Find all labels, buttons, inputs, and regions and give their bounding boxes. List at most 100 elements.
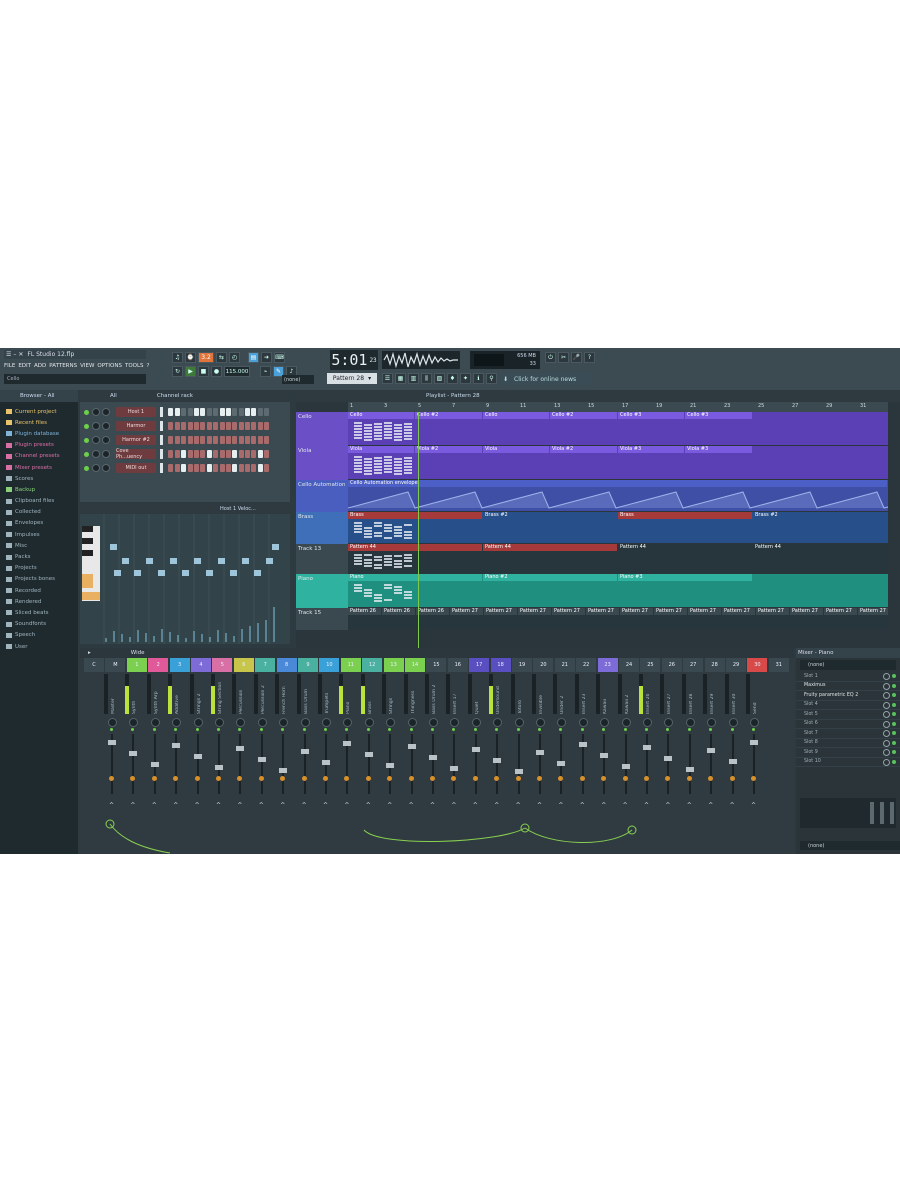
pattern-clip[interactable]: Pattern 44 xyxy=(753,544,887,551)
step-button[interactable] xyxy=(213,436,219,444)
insert-number[interactable]: C xyxy=(84,658,104,672)
channel-row[interactable]: Host 1 xyxy=(84,406,284,418)
pattern-clip[interactable]: Pattern 27 xyxy=(450,608,483,615)
step-button[interactable] xyxy=(193,436,199,444)
effect-slot[interactable]: Slot 1 xyxy=(796,672,900,682)
menu-icon[interactable]: ☰ xyxy=(6,351,11,358)
volume-fader[interactable] xyxy=(193,754,202,759)
step-button[interactable] xyxy=(200,450,206,458)
stereo-knob[interactable] xyxy=(472,776,478,781)
insert-number[interactable]: 21 xyxy=(554,658,575,672)
pattern-clip[interactable]: Cello #3 xyxy=(618,412,684,419)
insert-number[interactable]: 23 xyxy=(597,658,618,672)
online-news-button[interactable]: ⬇ Click for online news xyxy=(500,373,592,385)
plugin-picker-icon[interactable]: ✦ xyxy=(460,373,471,384)
insert-number[interactable]: 15 xyxy=(426,658,447,672)
channel-name-button[interactable]: MIDI out xyxy=(116,463,156,473)
step-button[interactable] xyxy=(168,450,174,458)
browser-item[interactable]: Clipboard files xyxy=(0,496,78,507)
pattern-song-icon[interactable]: ♫ xyxy=(172,352,183,363)
effect-slot[interactable]: Maximus xyxy=(796,682,900,691)
note[interactable] xyxy=(146,558,153,564)
track-lane[interactable]: Cello Cello #2 Cello Cello #2 Cello #3 Cello … xyxy=(348,412,888,445)
browser-item[interactable]: Channel presets xyxy=(0,451,78,462)
pattern-clip[interactable]: Pattern 44 xyxy=(348,544,482,551)
route-led-icon[interactable] xyxy=(110,728,113,731)
step-button[interactable] xyxy=(219,450,225,458)
stereo-knob[interactable] xyxy=(151,776,157,781)
pattern-clip[interactable]: Piano #3 xyxy=(618,574,752,581)
route-led-icon[interactable] xyxy=(217,728,220,731)
stereo-knob[interactable] xyxy=(686,776,692,781)
minimize-icon[interactable]: – xyxy=(13,351,16,358)
step-button[interactable] xyxy=(264,408,270,416)
insert-number[interactable]: 9 xyxy=(298,658,318,672)
note[interactable] xyxy=(110,544,117,550)
browser-item[interactable]: Speech xyxy=(0,630,78,641)
insert-number[interactable]: 27 xyxy=(683,658,704,672)
stereo-knob[interactable] xyxy=(494,776,500,781)
arrow-icon[interactable]: ▸ xyxy=(88,650,91,656)
step-button[interactable] xyxy=(168,422,174,430)
channel-select[interactable] xyxy=(160,435,163,445)
mode-display[interactable]: 3.2 xyxy=(198,352,214,363)
mix-knob[interactable] xyxy=(883,711,890,718)
stereo-knob[interactable] xyxy=(237,776,243,781)
volume-fader[interactable] xyxy=(664,756,673,761)
route-led-icon[interactable] xyxy=(687,728,691,731)
channel-select[interactable] xyxy=(160,463,163,473)
route-led-icon[interactable] xyxy=(388,728,392,731)
typing-keyboard-icon[interactable]: ⌨ xyxy=(274,352,285,363)
step-button[interactable] xyxy=(181,464,187,472)
help-icon[interactable]: ? xyxy=(584,352,595,363)
channel-name-button[interactable]: Host 1 xyxy=(116,407,156,417)
step-button[interactable] xyxy=(200,408,206,416)
channel-name-button[interactable]: Cove Ph...uency xyxy=(116,448,156,460)
pan-knob[interactable] xyxy=(493,718,503,727)
browser-item[interactable]: Current project xyxy=(0,406,78,417)
tuner-icon[interactable]: ⚲ xyxy=(486,373,497,384)
volume-fader[interactable] xyxy=(108,740,116,745)
effect-slot[interactable]: Slot 5 xyxy=(796,710,900,720)
slot-enable-led-icon[interactable] xyxy=(892,740,896,745)
channel-filter[interactable]: All xyxy=(110,393,117,399)
insert-number[interactable]: 25 xyxy=(640,658,661,672)
step-button[interactable] xyxy=(238,464,244,472)
pan-knob[interactable] xyxy=(557,718,567,727)
step-button[interactable] xyxy=(257,464,263,472)
pan-knob[interactable] xyxy=(92,450,100,458)
track-lane[interactable]: Brass Brass #2 Brass Brass #2 xyxy=(348,512,888,543)
note[interactable] xyxy=(194,558,201,564)
step-button[interactable] xyxy=(264,464,270,472)
browser-item[interactable]: Recorded xyxy=(0,585,78,596)
menu-item-edit[interactable]: EDIT xyxy=(18,363,31,369)
step-button[interactable] xyxy=(174,422,180,430)
menu-item-options[interactable]: OPTIONS xyxy=(97,363,122,369)
track-lane[interactable]: Pattern 44 Pattern 44 Pattern 44 Pattern 44 xyxy=(348,544,888,573)
browser-item[interactable]: Envelopes xyxy=(0,518,78,529)
volume-fader[interactable] xyxy=(728,759,737,764)
browser-item[interactable]: Plugin database xyxy=(0,428,78,439)
step-button[interactable] xyxy=(232,450,238,458)
pan-knob[interactable] xyxy=(322,718,331,727)
insert-number[interactable]: 19 xyxy=(512,658,532,672)
step-button[interactable] xyxy=(193,464,199,472)
step-button[interactable] xyxy=(257,422,263,430)
pattern-clip[interactable]: Pattern 27 xyxy=(722,608,755,615)
send-fader-2[interactable] xyxy=(880,802,884,824)
volume-knob[interactable] xyxy=(102,450,110,458)
track-header[interactable]: Viola xyxy=(296,446,348,480)
step-button[interactable] xyxy=(187,408,193,416)
insert-number[interactable]: 10 xyxy=(319,658,340,672)
step-button[interactable] xyxy=(251,436,257,444)
pattern-clip[interactable]: Cello xyxy=(348,412,414,419)
step-button[interactable] xyxy=(251,464,257,472)
browser-item[interactable]: User xyxy=(0,641,78,652)
step-button[interactable] xyxy=(232,422,238,430)
step-button[interactable] xyxy=(181,436,187,444)
channel-select[interactable] xyxy=(160,407,163,417)
step-button[interactable] xyxy=(225,436,231,444)
mix-knob[interactable] xyxy=(883,739,890,747)
browser-item[interactable]: Sliced beats xyxy=(0,607,78,618)
route-led-icon[interactable] xyxy=(559,728,563,731)
